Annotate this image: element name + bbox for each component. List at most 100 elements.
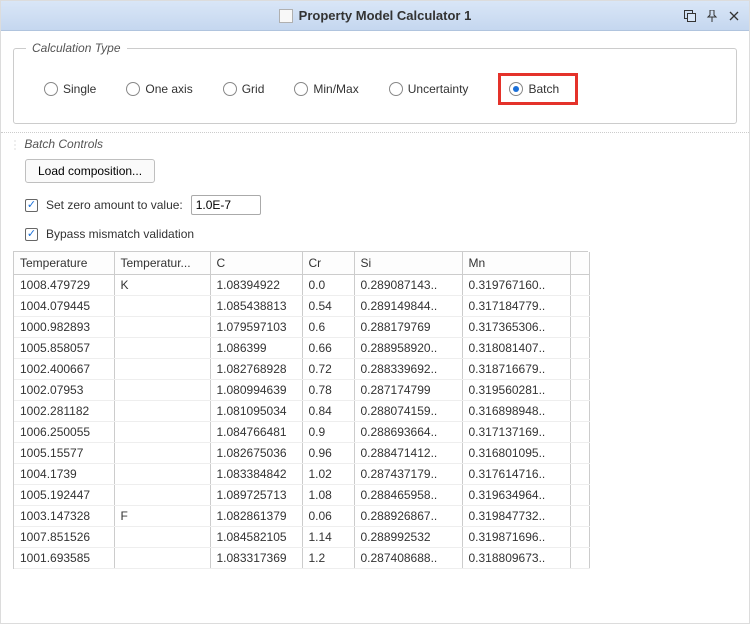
table-row[interactable]: 1001.6935851.0833173691.20.287408688..0.…: [14, 547, 589, 568]
col-header[interactable]: C: [210, 252, 302, 274]
table-cell[interactable]: 0.287408688..: [354, 547, 462, 568]
table-cell[interactable]: 1000.982893: [14, 316, 114, 337]
set-zero-input[interactable]: [191, 195, 261, 215]
table-cell[interactable]: [114, 463, 210, 484]
col-header[interactable]: Temperature: [14, 252, 114, 274]
table-cell[interactable]: [114, 337, 210, 358]
table-cell[interactable]: [114, 295, 210, 316]
table-cell[interactable]: 0.84: [302, 400, 354, 421]
table-cell[interactable]: [114, 400, 210, 421]
table-cell[interactable]: 0.288074159..: [354, 400, 462, 421]
table-row[interactable]: 1006.250055 1.0847664810.90.288693664..0.…: [14, 421, 589, 442]
col-header[interactable]: Mn: [462, 252, 570, 274]
table-cell[interactable]: 1.082861379: [210, 505, 302, 526]
table-cell[interactable]: 0.288958920..: [354, 337, 462, 358]
table-row[interactable]: 1002.281182 1.0810950340.840.288074159..0…: [14, 400, 589, 421]
table-cell[interactable]: 0.319847732..: [462, 505, 570, 526]
table-cell[interactable]: 1.08: [302, 484, 354, 505]
table-cell[interactable]: 0.288179769: [354, 316, 462, 337]
table-cell[interactable]: 1.084766481: [210, 421, 302, 442]
table-cell[interactable]: F: [114, 505, 210, 526]
table-row[interactable]: 1005.8580571.0863990.660.288958920..0.31…: [14, 337, 589, 358]
load-composition-button[interactable]: Load composition...: [25, 159, 155, 183]
table-cell[interactable]: 1003.147328: [14, 505, 114, 526]
table-cell[interactable]: 0.288339692..: [354, 358, 462, 379]
table-cell[interactable]: 1004.079445: [14, 295, 114, 316]
table-cell[interactable]: 1004.1739: [14, 463, 114, 484]
table-cell[interactable]: 0.06: [302, 505, 354, 526]
table-cell[interactable]: 0.317365306..: [462, 316, 570, 337]
table-cell[interactable]: 1.082675036: [210, 442, 302, 463]
checkbox-set-zero[interactable]: ✓: [25, 199, 38, 212]
radio-one-axis[interactable]: One axis: [126, 82, 192, 96]
table-cell[interactable]: 0.288693664..: [354, 421, 462, 442]
table-cell[interactable]: 0.316801095..: [462, 442, 570, 463]
table-cell[interactable]: 0.288465958..: [354, 484, 462, 505]
table-cell[interactable]: 0.288992532: [354, 526, 462, 547]
table-cell[interactable]: 0.288926867..: [354, 505, 462, 526]
table-cell[interactable]: 0.318809673..: [462, 547, 570, 568]
table-cell[interactable]: 0.319560281..: [462, 379, 570, 400]
table-row[interactable]: 1002.079531.0809946390.780.2871747990.31…: [14, 379, 589, 400]
table-cell[interactable]: [114, 442, 210, 463]
table-row[interactable]: 1003.147328F1.0828613790.060.288926867..…: [14, 505, 589, 526]
table-cell[interactable]: 1.081095034: [210, 400, 302, 421]
table-cell[interactable]: 0.287174799: [354, 379, 462, 400]
table-cell[interactable]: 1.084582105: [210, 526, 302, 547]
table-row[interactable]: 1007.851526 1.0845821051.140.2889925320.3…: [14, 526, 589, 547]
table-row[interactable]: 1000.9828931.0795971030.60.2881797690.31…: [14, 316, 589, 337]
table-cell[interactable]: 0.9: [302, 421, 354, 442]
table-cell[interactable]: 1006.250055: [14, 421, 114, 442]
table-cell[interactable]: 1002.07953: [14, 379, 114, 400]
dock-icon[interactable]: [683, 9, 697, 23]
table-cell[interactable]: 1.082768928: [210, 358, 302, 379]
table-cell[interactable]: [114, 421, 210, 442]
table-cell[interactable]: 0.288471412..: [354, 442, 462, 463]
table-cell[interactable]: 1008.479729: [14, 274, 114, 295]
table-cell[interactable]: 0.317614716..: [462, 463, 570, 484]
table-cell[interactable]: 0.66: [302, 337, 354, 358]
col-header[interactable]: Temperatur...: [114, 252, 210, 274]
table-cell[interactable]: [114, 484, 210, 505]
radio-minmax[interactable]: Min/Max: [294, 82, 358, 96]
table-cell[interactable]: 1002.400667: [14, 358, 114, 379]
col-header[interactable]: Cr: [302, 252, 354, 274]
table-cell[interactable]: 1002.281182: [14, 400, 114, 421]
table-cell[interactable]: [114, 316, 210, 337]
table-cell[interactable]: 1.14: [302, 526, 354, 547]
table-cell[interactable]: 1007.851526: [14, 526, 114, 547]
table-row[interactable]: 1004.0794451.0854388130.540.289149844..0…: [14, 295, 589, 316]
table-cell[interactable]: 0.289149844..: [354, 295, 462, 316]
table-cell[interactable]: 0.316898948..: [462, 400, 570, 421]
table-cell[interactable]: 1.079597103: [210, 316, 302, 337]
close-icon[interactable]: [727, 9, 741, 23]
table-cell[interactable]: 0.96: [302, 442, 354, 463]
table-cell[interactable]: 0.317137169..: [462, 421, 570, 442]
pin-icon[interactable]: [705, 9, 719, 23]
table-cell[interactable]: [114, 379, 210, 400]
table-cell[interactable]: K: [114, 274, 210, 295]
table-row[interactable]: 1002.400667 1.0827689280.720.288339692..0…: [14, 358, 589, 379]
table-row[interactable]: 1004.17391.0833848421.020.287437179..0.3…: [14, 463, 589, 484]
table-cell[interactable]: 0.0: [302, 274, 354, 295]
table-cell[interactable]: 1.089725713: [210, 484, 302, 505]
radio-grid[interactable]: Grid: [223, 82, 265, 96]
table-cell[interactable]: 0.72: [302, 358, 354, 379]
table-cell[interactable]: 1.02: [302, 463, 354, 484]
table-cell[interactable]: 1.08394922: [210, 274, 302, 295]
table-cell[interactable]: 0.318716679..: [462, 358, 570, 379]
col-header[interactable]: Si: [354, 252, 462, 274]
table-cell[interactable]: 0.317184779..: [462, 295, 570, 316]
table-cell[interactable]: 1005.15577: [14, 442, 114, 463]
table-cell[interactable]: [114, 547, 210, 568]
table-row[interactable]: 1005.15577 1.0826750360.960.288471412..0.…: [14, 442, 589, 463]
table-cell[interactable]: 0.289087143..: [354, 274, 462, 295]
table-cell[interactable]: 1001.693585: [14, 547, 114, 568]
table-row[interactable]: 1005.1924471.0897257131.080.288465958..0…: [14, 484, 589, 505]
table-cell[interactable]: [114, 526, 210, 547]
radio-single[interactable]: Single: [44, 82, 96, 96]
table-cell[interactable]: [114, 358, 210, 379]
table-cell[interactable]: 0.319871696..: [462, 526, 570, 547]
table-cell[interactable]: 1.086399: [210, 337, 302, 358]
table-row[interactable]: 1008.479729K1.083949220.00.289087143..0.…: [14, 274, 589, 295]
